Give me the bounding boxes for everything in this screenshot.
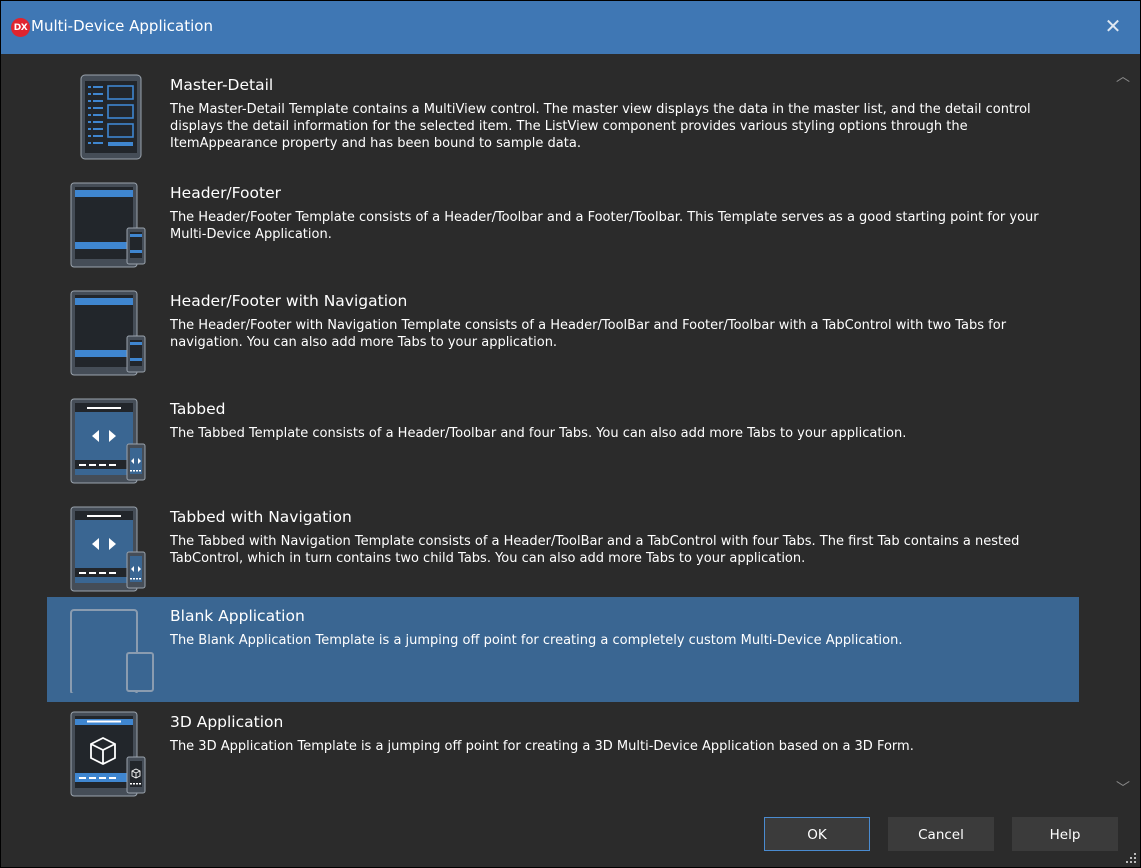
vertical-scrollbar[interactable]: ︿ ﹀ xyxy=(1112,66,1134,804)
template-item-tabbed[interactable]: Tabbed The Tabbed Template consists of a… xyxy=(47,390,1079,495)
template-item-tabbed-navigation[interactable]: Tabbed with Navigation The Tabbed with N… xyxy=(47,498,1079,603)
master-detail-icon xyxy=(80,74,142,160)
ok-button[interactable]: OK xyxy=(764,817,870,851)
window-title: Multi-Device Application xyxy=(31,17,213,35)
template-name: Blank Application xyxy=(170,607,305,625)
header-footer-navigation-icon xyxy=(70,290,146,376)
title-bar: DX Multi-Device Application ✕ xyxy=(1,1,1140,54)
template-item-header-footer-navigation[interactable]: Header/Footer with Navigation The Header… xyxy=(47,282,1079,387)
template-item-master-detail[interactable]: Master-Detail The Master-Detail Template… xyxy=(47,66,1079,171)
template-list: Master-Detail The Master-Detail Template… xyxy=(8,66,1135,804)
template-description: The 3D Application Template is a jumping… xyxy=(170,739,914,754)
cancel-button[interactable]: Cancel xyxy=(888,817,994,851)
template-description: The Tabbed with Navigation Template cons… xyxy=(170,534,1020,566)
template-name: Tabbed with Navigation xyxy=(170,508,352,526)
template-description: The Master-Detail Template contains a Mu… xyxy=(170,102,1031,151)
3d-application-icon xyxy=(70,711,146,797)
scroll-up-icon[interactable]: ︿ xyxy=(1112,66,1134,88)
scroll-down-icon[interactable]: ﹀ xyxy=(1112,778,1134,800)
resize-grip-icon[interactable] xyxy=(1126,853,1136,863)
dialog-window: DX Multi-Device Application ✕ Master-Det… xyxy=(0,0,1141,868)
template-name: Header/Footer xyxy=(170,184,281,202)
template-name: Tabbed xyxy=(170,400,226,418)
template-name: 3D Application xyxy=(170,713,284,731)
template-item-header-footer[interactable]: Header/Footer The Header/Footer Template… xyxy=(47,174,1079,279)
template-description: The Blank Application Template is a jump… xyxy=(170,633,903,648)
template-item-3d-application[interactable]: 3D Application The 3D Application Templa… xyxy=(47,703,1079,804)
template-name: Header/Footer with Navigation xyxy=(170,292,408,310)
tabbed-icon xyxy=(70,398,146,484)
dx-logo-icon: DX xyxy=(11,18,30,37)
template-description: The Header/Footer with Navigation Templa… xyxy=(170,318,1007,350)
template-item-blank-application[interactable]: Blank Application The Blank Application … xyxy=(47,597,1079,702)
template-description: The Header/Footer Template consists of a… xyxy=(170,210,1039,242)
header-footer-icon xyxy=(70,182,146,268)
tabbed-navigation-icon xyxy=(70,506,146,592)
close-button[interactable]: ✕ xyxy=(1100,12,1126,40)
blank-application-icon xyxy=(70,609,154,693)
template-name: Master-Detail xyxy=(170,76,274,94)
help-button[interactable]: Help xyxy=(1012,817,1118,851)
template-description: The Tabbed Template consists of a Header… xyxy=(170,426,907,441)
